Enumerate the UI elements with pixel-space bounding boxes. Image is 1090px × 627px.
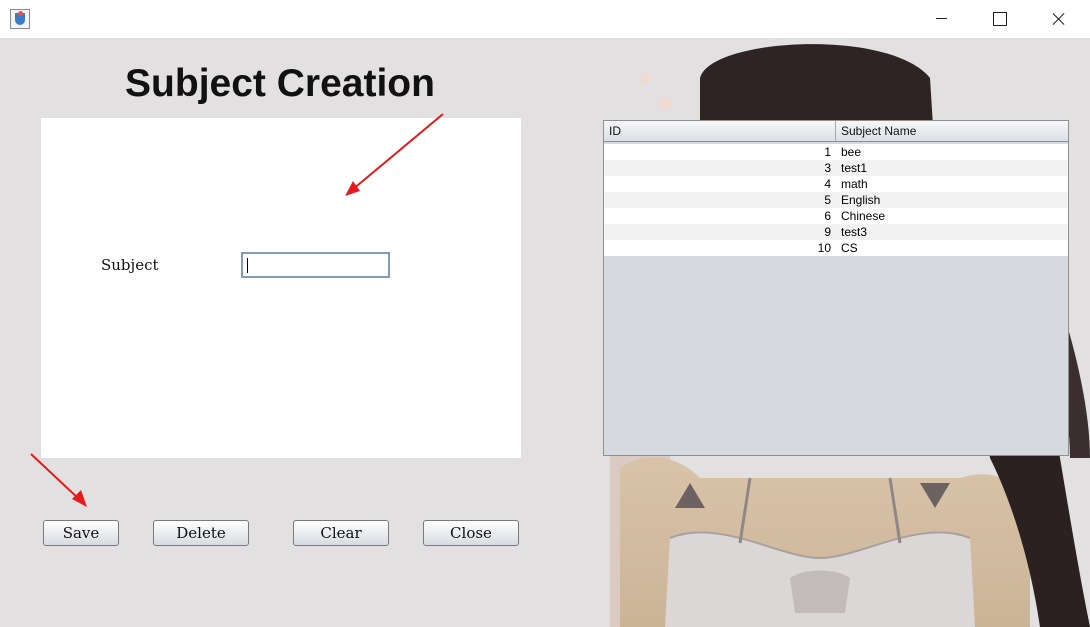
- clear-button[interactable]: Clear: [293, 520, 389, 546]
- table-row[interactable]: 9 test3: [604, 224, 1068, 240]
- save-button[interactable]: Save: [43, 520, 119, 546]
- minimize-icon[interactable]: [918, 0, 964, 38]
- table-row[interactable]: 10 CS: [604, 240, 1068, 256]
- text-caret: [247, 258, 248, 273]
- cell-id: 3: [824, 161, 831, 175]
- window-title-bar: [0, 0, 1090, 38]
- table-body: 1 bee 3 test1 4 math 5 English 6 Chinese…: [604, 144, 1068, 256]
- cell-id: 5: [824, 193, 831, 207]
- table-row[interactable]: 1 bee: [604, 144, 1068, 160]
- cell-subject-name: Chinese: [841, 209, 886, 223]
- column-header-subject-name[interactable]: Subject Name: [836, 121, 1068, 141]
- cell-subject-name: math: [841, 177, 868, 191]
- table-row[interactable]: 5 English: [604, 192, 1068, 208]
- subject-label: Subject: [101, 256, 159, 274]
- cell-id: 1: [824, 145, 831, 159]
- java-app-icon[interactable]: [10, 9, 30, 29]
- form-panel: [41, 118, 521, 458]
- table-row[interactable]: 6 Chinese: [604, 208, 1068, 224]
- cell-id: 10: [817, 241, 831, 255]
- annotation-arrow: [30, 453, 87, 507]
- page-title: Subject Creation: [125, 62, 435, 105]
- cell-id: 6: [824, 209, 831, 223]
- subject-table[interactable]: ID Subject Name 1 bee 3 test1 4 math 5 E…: [603, 120, 1069, 456]
- delete-button[interactable]: Delete: [153, 520, 249, 546]
- subject-input[interactable]: [241, 252, 390, 278]
- maximize-icon[interactable]: [977, 0, 1023, 38]
- close-icon[interactable]: [1036, 0, 1082, 38]
- column-header-id[interactable]: ID: [604, 121, 836, 141]
- cell-id: 9: [824, 225, 831, 239]
- close-button[interactable]: Close: [423, 520, 519, 546]
- cell-subject-name: CS: [841, 241, 858, 255]
- table-row[interactable]: 3 test1: [604, 160, 1068, 176]
- cell-subject-name: test3: [841, 225, 868, 239]
- cell-subject-name: English: [841, 193, 881, 207]
- table-row[interactable]: 4 math: [604, 176, 1068, 192]
- cell-subject-name: bee: [841, 145, 862, 159]
- cell-id: 4: [824, 177, 831, 191]
- table-header: ID Subject Name: [604, 121, 1068, 142]
- window-client-area: Subject Creation Subject Save Delete Cle…: [0, 38, 1090, 627]
- cell-subject-name: test1: [841, 161, 868, 175]
